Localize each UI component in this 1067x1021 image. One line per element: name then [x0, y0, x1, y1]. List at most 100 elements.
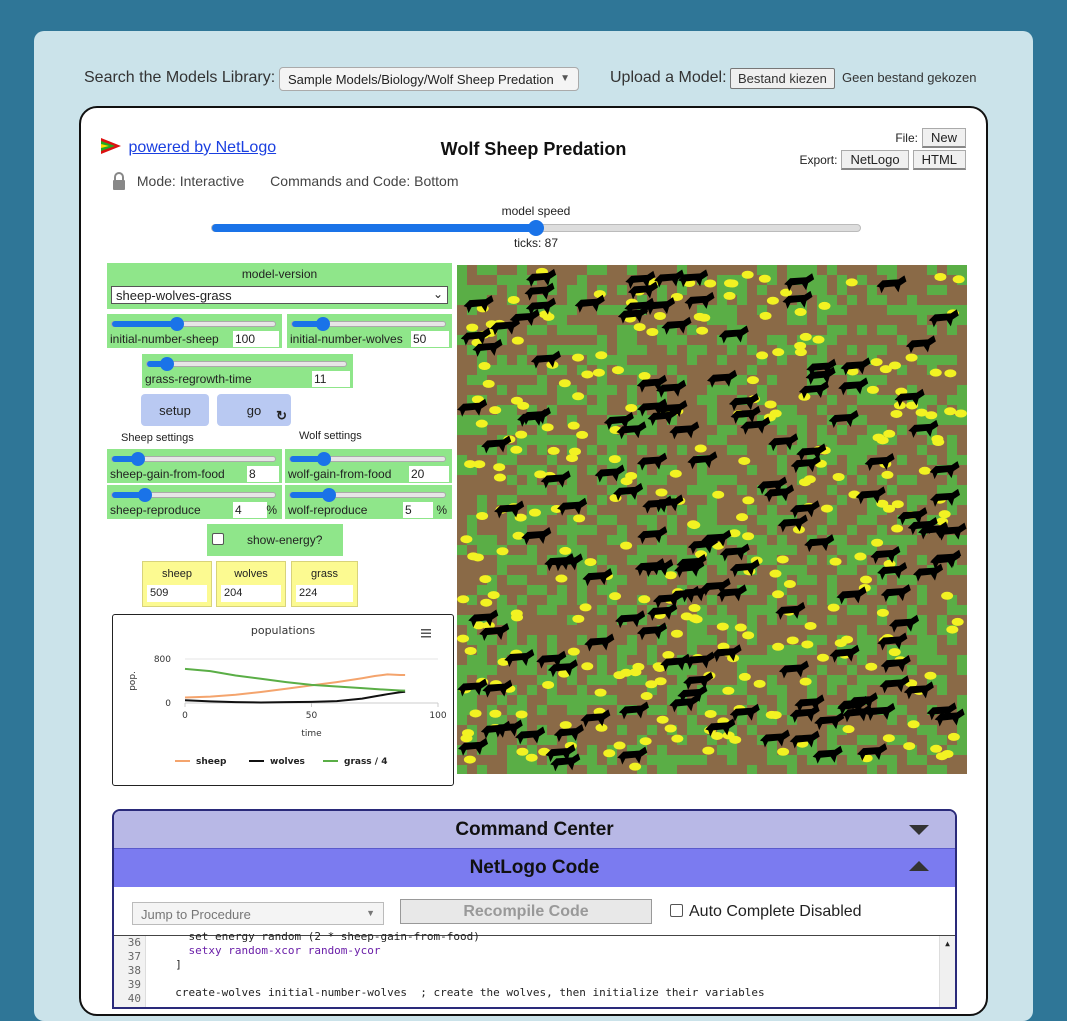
line-number: 39	[127, 978, 141, 991]
show-energy-label: show-energy?	[247, 533, 323, 547]
slider-knob[interactable]	[315, 317, 330, 331]
netlogo-code-title: NetLogo Code	[469, 857, 600, 878]
slider-label: wolf-reproduce	[288, 503, 368, 517]
lock-icon[interactable]	[111, 172, 127, 190]
auto-complete-checkbox[interactable]	[670, 904, 683, 917]
slider-value[interactable]: 5	[403, 502, 433, 518]
monitor-label: grass	[311, 568, 338, 580]
show-energy-switch[interactable]: show-energy?	[207, 524, 343, 556]
go-button[interactable]: go ↻	[217, 394, 291, 426]
model-speed: model speed ticks: 87	[211, 204, 861, 250]
slider-value[interactable]: 11	[312, 371, 350, 387]
models-library-value: Sample Models/Biology/Wolf Sheep Predati…	[288, 72, 554, 87]
slider-knob[interactable]	[528, 220, 544, 236]
line-number-gutter: 36 37 38 39 40	[114, 936, 146, 1007]
series-line-sheep	[184, 673, 406, 699]
populations-plot-svg: populations 0 800 0 50 100 time pop. sheep wolve…	[128, 624, 447, 767]
chevron-down-icon: ▼	[560, 73, 570, 84]
wolves-monitor: wolves 204	[216, 561, 286, 607]
x-axis-label: time	[301, 729, 322, 739]
new-button[interactable]: New	[921, 128, 966, 148]
grass-regrowth-time-slider[interactable]: grass-regrowth-time 11	[142, 354, 353, 388]
world-view[interactable]	[457, 265, 967, 775]
slider-value[interactable]: 100	[233, 331, 279, 347]
slider-knob[interactable]	[317, 452, 332, 466]
forever-icon: ↻	[276, 408, 287, 423]
wolf-settings-label: Wolf settings	[299, 430, 362, 442]
sheep-monitor: sheep 509	[142, 561, 212, 607]
slider-unit: %	[266, 503, 277, 517]
sheep-settings-label: Sheep settings	[121, 432, 194, 444]
menu-icon[interactable]	[421, 629, 431, 638]
x-tick-label: 0	[182, 711, 188, 721]
grass-monitor: grass 224	[291, 561, 358, 607]
export-netlogo-button[interactable]: NetLogo	[841, 150, 909, 170]
setup-button[interactable]: setup	[141, 394, 209, 426]
slider-label: initial-number-sheep	[110, 332, 219, 346]
x-tick-label: 100	[429, 711, 446, 721]
slider-value[interactable]: 4	[233, 502, 267, 518]
model-speed-slider[interactable]	[211, 220, 861, 236]
slider-knob[interactable]	[131, 452, 146, 466]
ticks-counter: ticks: 87	[513, 236, 558, 250]
slider-label: initial-number-wolves	[290, 332, 403, 346]
y-tick-label: 0	[165, 699, 171, 709]
wolf-reproduce-slider[interactable]: wolf-reproduce 5 %	[285, 485, 452, 519]
model-speed-label: model speed	[501, 204, 571, 218]
code-line: set energy random (2 * sheep-gain-from-f…	[162, 930, 480, 943]
initial-number-sheep-slider[interactable]: initial-number-sheep 100	[107, 314, 282, 348]
series-line-wolves	[184, 690, 406, 704]
model-version-select[interactable]: sheep-wolves-grass ⌄	[111, 286, 448, 304]
monitor-label: sheep	[162, 568, 192, 580]
code-line: ]	[162, 958, 182, 971]
auto-complete-toggle[interactable]: Auto Complete Disabled	[670, 903, 862, 921]
scroll-up-icon[interactable]: ▲	[940, 939, 955, 948]
recompile-code-button[interactable]: Recompile Code	[400, 899, 652, 924]
world-view-canvas[interactable]	[457, 265, 967, 775]
jump-to-procedure-select[interactable]: Jump to Procedure ▼	[132, 902, 384, 925]
models-library-select[interactable]: Sample Models/Biology/Wolf Sheep Predati…	[279, 67, 579, 91]
code-lines[interactable]: set energy random (2 * sheep-gain-from-f…	[162, 930, 935, 1000]
line-number: 37	[127, 950, 141, 963]
code-editor[interactable]: 36 37 38 39 40 set energy random (2 * sh…	[114, 930, 955, 1007]
choose-file-button[interactable]: Bestand kiezen	[730, 68, 835, 89]
line-number: 38	[127, 964, 141, 977]
model-version-chooser[interactable]: model-version sheep-wolves-grass ⌄	[107, 263, 452, 309]
wolf-gain-from-food-slider[interactable]: wolf-gain-from-food 20	[285, 449, 452, 483]
plot-title: populations	[251, 624, 316, 637]
legend-label: wolves	[270, 757, 305, 767]
populations-plot: populations 0 800 0 50 100 time pop. sheep wolve…	[112, 614, 454, 786]
y-axis-label: pop.	[128, 671, 138, 691]
initial-number-wolves-slider[interactable]: initial-number-wolves 50	[287, 314, 452, 348]
slider-value[interactable]: 50	[411, 331, 449, 347]
file-export-controls: File: New Export: NetLogo HTML	[799, 128, 966, 172]
sheep-gain-from-food-slider[interactable]: sheep-gain-from-food 8	[107, 449, 282, 483]
no-file-text: Geen bestand gekozen	[842, 70, 977, 85]
slider-knob[interactable]	[159, 357, 174, 371]
commands-code-position[interactable]: Commands and Code: Bottom	[270, 173, 458, 189]
slider-value[interactable]: 20	[409, 466, 449, 482]
show-energy-checkbox[interactable]	[212, 533, 224, 545]
command-center-header[interactable]: Command Center	[114, 811, 955, 849]
scrollbar[interactable]: ▲	[939, 936, 955, 1007]
sheep-reproduce-slider[interactable]: sheep-reproduce 4 %	[107, 485, 282, 519]
chooser-label: model-version	[241, 267, 318, 281]
netlogo-code-header[interactable]: NetLogo Code	[114, 849, 955, 887]
slider-knob[interactable]	[170, 317, 185, 331]
export-html-button[interactable]: HTML	[912, 150, 966, 170]
mode-text: Mode: Interactive	[136, 173, 245, 189]
slider-knob[interactable]	[137, 488, 152, 502]
monitor-value: 204	[221, 585, 281, 602]
command-center-title: Command Center	[455, 819, 614, 840]
slider-label: sheep-reproduce	[110, 503, 201, 517]
monitor-value: 224	[296, 585, 353, 602]
slider-value[interactable]: 8	[247, 466, 279, 482]
slider-knob[interactable]	[321, 488, 336, 502]
mode-line: Mode: Interactive Commands and Code: Bot…	[111, 172, 459, 190]
expand-icon[interactable]	[909, 825, 929, 835]
upload-model-label: Upload a Model:	[610, 69, 727, 86]
collapse-icon[interactable]	[909, 861, 929, 871]
grass-patches	[457, 265, 967, 775]
netlogo-frame: powered by NetLogo Wolf Sheep Predation …	[79, 106, 988, 1016]
